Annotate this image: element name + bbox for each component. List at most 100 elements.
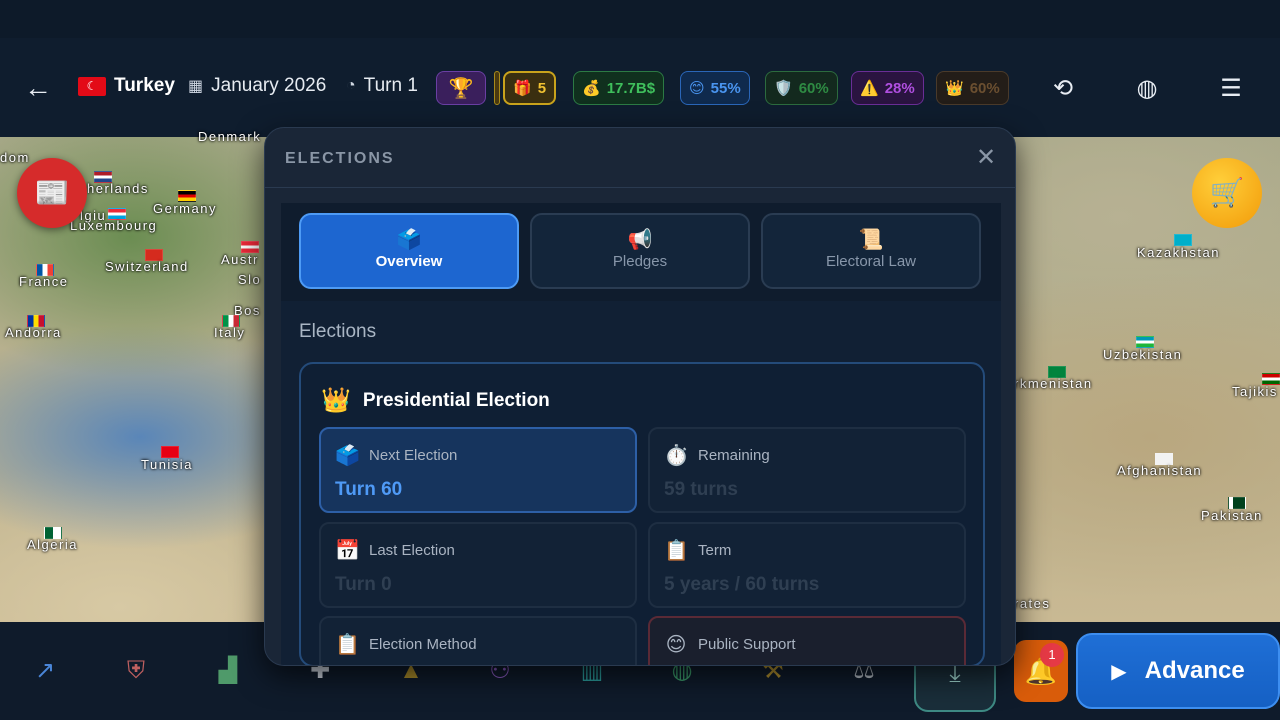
elections-tabs: 🗳️ Overview 📢 Pledges 📜 Electoral Law: [281, 203, 1001, 301]
system-status-bar: [0, 0, 1280, 38]
last-election-cell: 📅 Last Election Turn 0: [319, 522, 637, 608]
money-bag-icon: 💰: [582, 80, 601, 97]
map-label: rkmenistan: [1014, 376, 1093, 391]
industry-factory-icon[interactable]: ▟: [212, 655, 244, 687]
shop-button[interactable]: 🛒: [1192, 158, 1262, 228]
back-arrow-icon[interactable]: ←: [24, 74, 54, 102]
globe-icon[interactable]: ◍: [1132, 74, 1162, 104]
remaining-cell: ⏱️ Remaining 59 turns: [648, 427, 966, 513]
newspaper-icon: 📰: [34, 177, 70, 208]
map-label: Uzbekistan: [1103, 347, 1183, 362]
scroll-icon: 📜: [858, 229, 884, 251]
history-icon[interactable]: ⟲: [1048, 74, 1078, 104]
map-label: dom: [0, 150, 30, 165]
risk-value: 28%: [884, 79, 915, 97]
tab-electoral-law[interactable]: 📜 Electoral Law: [761, 213, 981, 289]
smile-icon: 😊: [689, 80, 705, 97]
clipboard-icon: 📋: [664, 540, 689, 562]
section-title: Elections: [299, 321, 377, 342]
modal-header: ELECTIONS ✕: [265, 128, 1015, 188]
presidential-election-card: 👑 Presidential Election 🗳️ Next Election …: [299, 362, 985, 665]
turn-indicator: ◔ Turn 1: [346, 75, 418, 97]
map-label: Slo: [238, 272, 262, 287]
card-title: 👑 Presidential Election: [321, 386, 550, 415]
map-label: Afghanistan: [1117, 463, 1203, 478]
map-label: France: [19, 274, 69, 289]
election-method-cell: 📋 Election Method: [319, 616, 637, 665]
cell-label: Election Method: [369, 636, 477, 653]
map-label: Denmark: [198, 129, 262, 144]
economy-trend-icon[interactable]: ↗: [29, 655, 61, 687]
game-screen: { "header": { "country": "Turkey", "coun…: [0, 0, 1280, 720]
smile-icon: 😊: [665, 634, 687, 656]
cell-value: 5 years / 60 turns: [664, 574, 820, 595]
crown-icon: 👑: [321, 387, 351, 414]
map-label: Switzerland: [105, 259, 189, 274]
map-label: Algeria: [27, 537, 78, 552]
happiness-value: 55%: [710, 79, 741, 97]
authority-stat[interactable]: 👑 60%: [936, 71, 1009, 105]
crown-icon: 👑: [945, 80, 964, 97]
public-support-cell: 😊 Public Support: [648, 616, 966, 665]
gift-icon: 🎁: [513, 80, 532, 97]
tab-label: Overview: [375, 253, 443, 270]
current-date: January 2026: [211, 75, 327, 96]
calendar-icon: 📅: [335, 540, 360, 562]
advance-label: Advance: [1144, 657, 1245, 684]
menu-icon[interactable]: ☰: [1216, 74, 1246, 104]
notification-badge: 1: [1040, 643, 1064, 667]
cell-label: Term: [698, 542, 732, 559]
cell-value: 59 turns: [664, 479, 738, 500]
elections-modal: ELECTIONS ✕ 🗳️ Overview 📢 Pledges 📜 Elec…: [264, 127, 1016, 666]
money-stat[interactable]: 💰 17.7B$: [573, 71, 665, 105]
map-label: Italy: [214, 325, 246, 340]
achievements-button[interactable]: 🏆: [436, 71, 486, 105]
map-label: Tunisia: [141, 457, 193, 472]
map-label: herlands: [87, 181, 149, 196]
tab-overview[interactable]: 🗳️ Overview: [299, 213, 519, 289]
warning-icon: ⚠️: [860, 80, 879, 97]
risk-stat[interactable]: ⚠️ 28%: [851, 71, 924, 105]
stat-edge: [494, 71, 500, 105]
trophy-icon: 🏆: [448, 77, 474, 100]
security-value: 60%: [798, 79, 829, 97]
cell-value: Turn 60: [335, 479, 403, 500]
ballot-box-icon: 🗳️: [335, 445, 360, 467]
map-label: rates: [1014, 596, 1051, 611]
cell-label: Public Support: [698, 636, 796, 653]
gift-value: 5: [537, 79, 547, 97]
next-election-cell: 🗳️ Next Election Turn 60: [319, 427, 637, 513]
map-label: Tajikis: [1232, 384, 1278, 399]
date-indicator: ▦ January 2026: [188, 75, 326, 97]
map-label: Kazakhstan: [1137, 245, 1220, 260]
shield-icon: 🛡️: [774, 80, 793, 97]
newspaper-button[interactable]: 📰: [17, 158, 87, 228]
close-icon[interactable]: ✕: [973, 143, 999, 173]
top-bar: ← ☾ Turkey ▦ January 2026 ◔ Turn 1 🏆 🎁 5…: [0, 38, 1280, 137]
country-name: Turkey: [114, 75, 175, 96]
security-stat[interactable]: 🛡️ 60%: [765, 71, 838, 105]
tab-label: Electoral Law: [825, 253, 917, 270]
megaphone-icon: 📢: [627, 229, 653, 251]
advance-button[interactable]: ▶ Advance: [1076, 633, 1280, 709]
country-indicator[interactable]: ☾ Turkey: [78, 75, 175, 97]
card-title-text: Presidential Election: [362, 389, 550, 411]
modal-body: 🗳️ Overview 📢 Pledges 📜 Electoral Law El…: [281, 203, 1001, 665]
term-cell: 📋 Term 5 years / 60 turns: [648, 522, 966, 608]
happiness-stat[interactable]: 😊 55%: [680, 71, 750, 105]
ballot-box-icon: 🗳️: [396, 229, 422, 251]
map-label: Pakistan: [1201, 508, 1263, 523]
authority-value: 60%: [969, 79, 1000, 97]
military-shield-icon[interactable]: ⛨: [120, 655, 152, 687]
current-turn: Turn 1: [363, 75, 418, 96]
play-icon: ▶: [1111, 660, 1127, 683]
map-label: Luxembourg: [70, 218, 158, 233]
cell-label: Next Election: [369, 447, 458, 464]
tab-pledges[interactable]: 📢 Pledges: [530, 213, 750, 289]
map-label: Andorra: [5, 325, 62, 340]
stopwatch-icon: ⏱️: [664, 445, 689, 467]
gift-stat[interactable]: 🎁 5: [503, 71, 557, 105]
money-value: 17.7B$: [606, 79, 656, 97]
cell-label: Last Election: [369, 542, 455, 559]
turn-clock-icon: ◔: [346, 77, 356, 94]
